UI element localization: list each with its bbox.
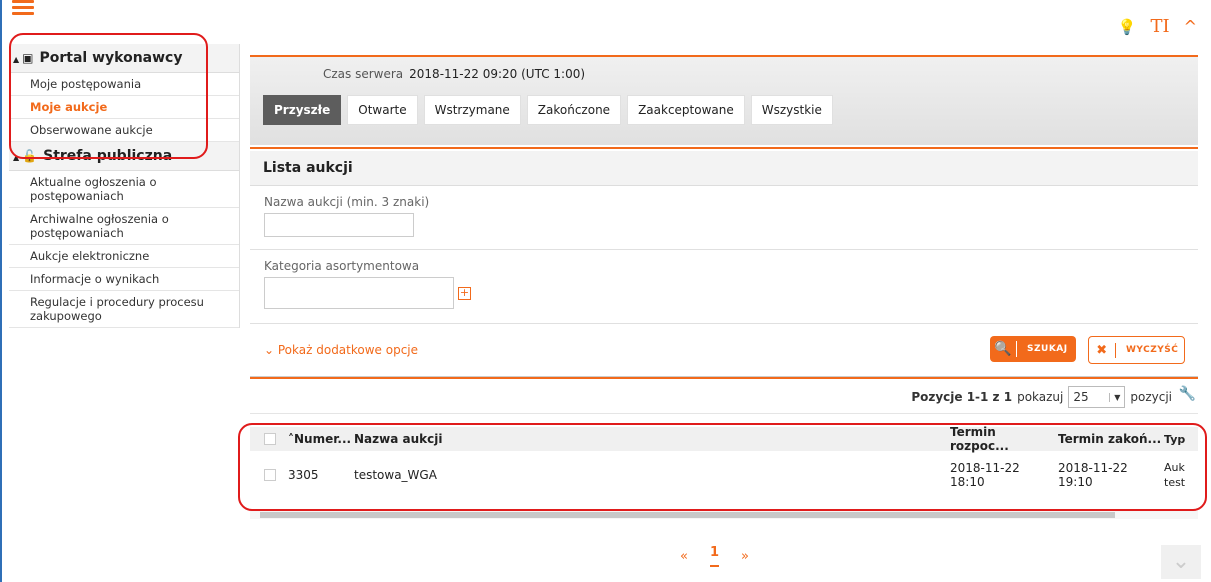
scrollbar-thumb[interactable] [260, 512, 1115, 518]
more-options-label: Pokaż dodatkowe opcje [277, 343, 419, 357]
search-button[interactable]: 🔍 SZUKAJ [990, 336, 1076, 362]
page-size-label: pokazuj [1017, 390, 1064, 404]
hamburger-icon[interactable] [12, 0, 34, 16]
sidebar-item-regulacje[interactable]: Regulacje i procedury procesu zakupowego [9, 291, 239, 328]
pager-info: Pozycje 1-1 z 1 pokazuj 25 ▼ pozycji [911, 386, 1172, 408]
sidebar: ▲ ▣ Portal wykonawcy Moje postępowania Moj… [9, 44, 240, 328]
pager-bar: Pozycje 1-1 z 1 pokazuj 25 ▼ pozycji 🔧 [250, 377, 1198, 414]
column-termin-zakonczenia[interactable]: Termin zakoń... [1058, 432, 1164, 446]
sidebar-section-title: Portal wykonawcy [39, 50, 183, 66]
scroll-down-icon[interactable]: ⌄ [1161, 545, 1201, 579]
category-filter: Kategoria asortymentowa + [250, 250, 1198, 324]
search-button-label: SZUKAJ [1027, 344, 1068, 354]
tab-zaakceptowane[interactable]: Zaakceptowane [627, 95, 745, 125]
sidebar-item-aktualne-ogloszenia[interactable]: Aktualne ogłoszenia o postępowaniach [9, 171, 239, 208]
name-filter-label: Nazwa aukcji (min. 3 znaki) [264, 195, 430, 209]
unlock-icon: 🔓 [22, 149, 38, 163]
column-numer[interactable]: ˄Numer... [288, 432, 354, 446]
pagination: « 1 » [680, 545, 749, 567]
cell-start: 2018-11-22 18:10 [950, 461, 1020, 489]
column-numer-label: Numer... [294, 432, 352, 446]
tab-przyszle[interactable]: Przyszłe [263, 95, 342, 125]
server-time: Czas serwera 2018-11-22 09:20 (UTC 1:00) [323, 67, 585, 81]
auctions-table: ˄Numer... Nazwa aukcji Termin rozpoc... … [250, 425, 1198, 499]
column-termin-rozpoczecia[interactable]: Termin rozpoc... [950, 425, 1058, 453]
sidebar-item-informacje-o-wynikach[interactable]: Informacje o wynikach [9, 268, 239, 291]
page-size-value: 25 [1073, 390, 1089, 404]
positions-count: Pozycje 1-1 z 1 [911, 390, 1013, 404]
server-time-label: Czas serwera [323, 67, 404, 81]
clear-button[interactable]: ✖ WYCZYŚĆ [1088, 336, 1185, 364]
page-size-suffix: pozycji [1130, 390, 1172, 404]
search-icon: 🔍 [990, 341, 1017, 357]
list-title: Lista aukcji [250, 151, 1198, 186]
wrench-icon[interactable]: 🔧 [1179, 386, 1196, 402]
server-time-bar: Czas serwera 2018-11-22 09:20 (UTC 1:00) … [250, 57, 1198, 145]
collapse-icon[interactable]: ▲ [13, 153, 19, 162]
select-all-checkbox[interactable] [264, 433, 276, 445]
table-header: ˄Numer... Nazwa aukcji Termin rozpoc... … [250, 425, 1198, 453]
tab-zakonczone[interactable]: Zakończone [526, 95, 622, 125]
server-time-value: 2018-11-22 09:20 (UTC 1:00) [409, 67, 586, 81]
more-options-link[interactable]: ⌄ Pokaż dodatkowe opcje [264, 343, 418, 357]
category-input[interactable] [264, 277, 454, 309]
sidebar-item-moje-postepowania[interactable]: Moje postępowania [9, 73, 239, 96]
divider [250, 147, 1198, 149]
current-page[interactable]: 1 [709, 545, 720, 567]
first-page-button[interactable]: « [680, 549, 688, 564]
sidebar-item-obserwowane-aukcje[interactable]: Obserwowane aukcje [9, 119, 239, 142]
lightbulb-icon[interactable]: 💡 [1118, 18, 1137, 36]
chevron-up-icon[interactable]: ^ [1184, 17, 1197, 36]
horizontal-scrollbar[interactable] [250, 511, 1198, 519]
options-row: ⌄ Pokaż dodatkowe opcje 🔍 SZUKAJ ✖ WYCZYŚĆ [250, 324, 1198, 377]
collapse-icon[interactable]: ▲ [13, 55, 19, 64]
clear-button-label: WYCZYŚĆ [1126, 345, 1179, 355]
sidebar-section-portal[interactable]: ▲ ▣ Portal wykonawcy [9, 44, 239, 73]
category-filter-label: Kategoria asortymentowa [264, 259, 420, 273]
row-checkbox[interactable] [264, 469, 276, 481]
tab-bar: Przyszłe Otwarte Wstrzymane Zakończone Z… [263, 95, 833, 125]
column-nazwa[interactable]: Nazwa aukcji [354, 432, 950, 446]
sidebar-section-title: Strefa publiczna [43, 148, 173, 164]
chevron-down-icon: ⌄ [264, 343, 278, 357]
money-icon: ▣ [22, 51, 34, 65]
cell-typ: Auk test [1164, 461, 1186, 489]
page-size-select[interactable]: 25 ▼ [1068, 386, 1126, 408]
cell-numer: 3305 [288, 468, 319, 482]
chevron-down-icon: ▼ [1109, 392, 1124, 402]
sidebar-item-aukcje-elektroniczne[interactable]: Aukcje elektroniczne [9, 245, 239, 268]
header-icons: 💡 TI ^ [1118, 16, 1197, 37]
name-filter: Nazwa aukcji (min. 3 znaki) [250, 186, 1198, 250]
window-border [0, 0, 2, 582]
sidebar-section-public[interactable]: ▲ 🔓 Strefa publiczna [9, 142, 239, 171]
table-row[interactable]: 3305 testowa_WGA 2018-11-22 18:10 2018-1… [250, 451, 1198, 499]
auction-name-input[interactable] [264, 213, 414, 237]
tab-wstrzymane[interactable]: Wstrzymane [423, 95, 521, 125]
column-typ[interactable]: Typ [1164, 432, 1194, 447]
text-size-icon[interactable]: TI [1150, 16, 1169, 37]
main-content: Czas serwera 2018-11-22 09:20 (UTC 1:00) … [250, 55, 1198, 567]
cell-end: 2018-11-22 19:10 [1058, 461, 1128, 489]
add-category-icon[interactable]: + [458, 286, 471, 300]
sidebar-item-moje-aukcje[interactable]: Moje aukcje [9, 96, 239, 119]
close-icon: ✖ [1089, 342, 1116, 358]
cell-nazwa: testowa_WGA [354, 468, 437, 482]
last-page-button[interactable]: » [741, 549, 749, 564]
tab-otwarte[interactable]: Otwarte [347, 95, 418, 125]
tab-wszystkie[interactable]: Wszystkie [750, 95, 833, 125]
sidebar-item-archiwalne-ogloszenia[interactable]: Archiwalne ogłoszenia o postępowaniach [9, 208, 239, 245]
